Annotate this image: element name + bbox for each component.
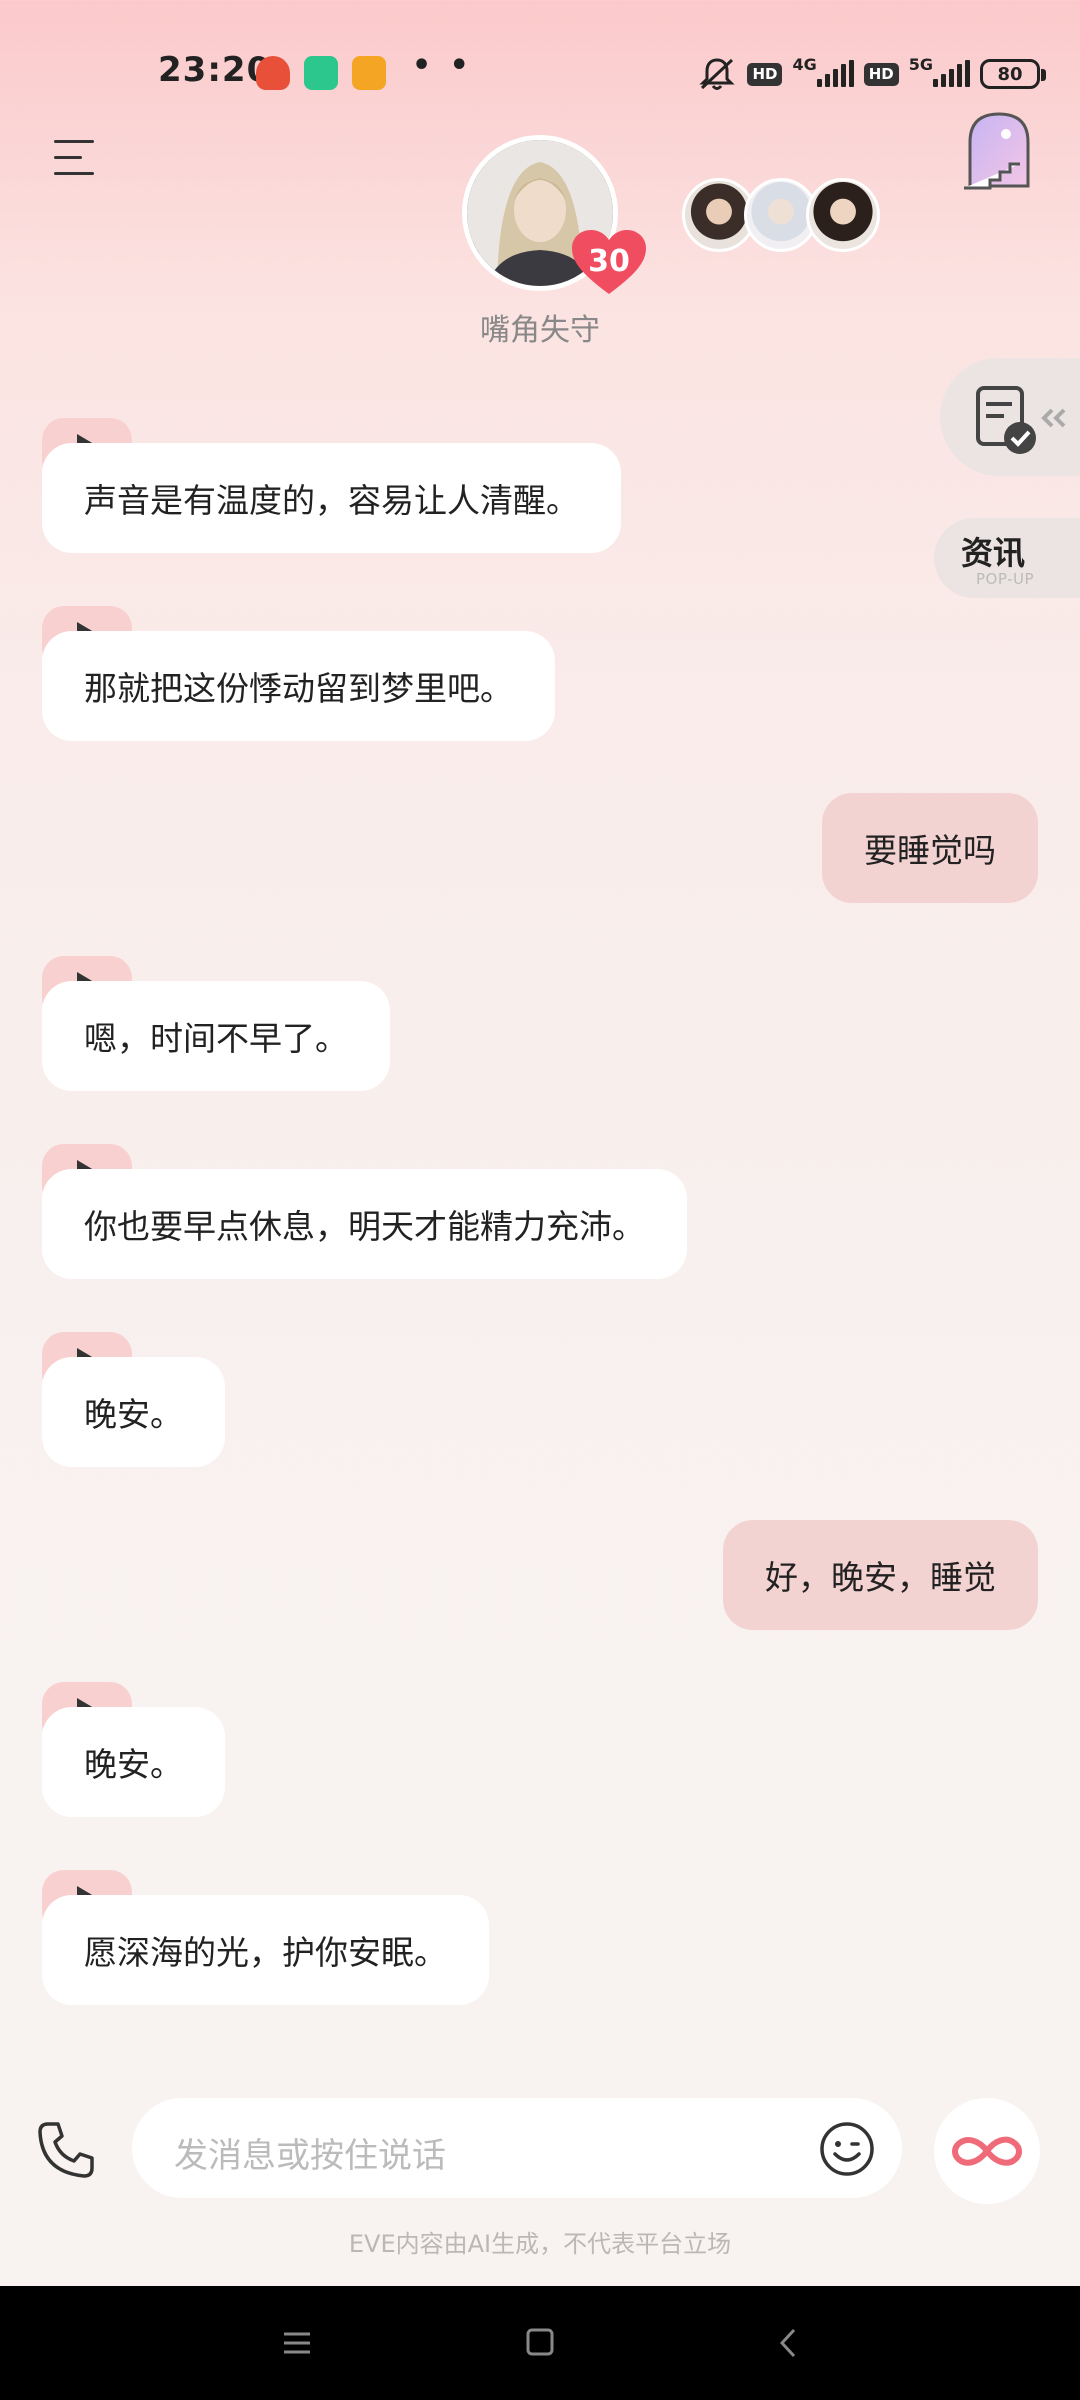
character-name[interactable]: 嘴角失守 [0, 305, 1080, 349]
status-bar: 23:20 • • HD 4G HD 5G 80 [0, 0, 1080, 140]
ai-message-bubble[interactable]: 愿深海的光，护你安眠。 [42, 1895, 489, 2005]
ai-message-bubble[interactable]: 你也要早点休息，明天才能精力充沛。 [42, 1169, 687, 1279]
phone-icon [38, 2122, 94, 2178]
nav-menu-icon[interactable] [282, 2320, 312, 2366]
status-indicators: HD 4G HD 5G 80 [697, 54, 1046, 94]
menu-icon[interactable] [54, 138, 102, 178]
task-icon [976, 386, 1066, 454]
signal-bars-icon-2 [933, 60, 970, 87]
network-type-2: 5G [908, 54, 933, 74]
shield-notification-icon [304, 56, 338, 90]
news-popup-button[interactable]: 资讯 POP-UP [934, 518, 1080, 598]
message-input[interactable]: 发消息或按住说话 [132, 2098, 902, 2198]
message-input-placeholder: 发消息或按住说话 [174, 2136, 446, 2176]
infinity-icon [952, 2136, 1022, 2166]
ai-message-bubble[interactable]: 那就把这份悸动留到梦里吧。 [42, 631, 555, 741]
emoji-button[interactable] [818, 2120, 876, 2178]
emoji-icon [820, 2122, 874, 2176]
character-avatar-4[interactable] [806, 178, 880, 252]
signal-bars-icon [816, 60, 854, 87]
ai-message-bubble[interactable]: 晚安。 [42, 1357, 225, 1467]
news-title: 资讯 [961, 534, 1026, 572]
more-notifications-icon: • • [412, 48, 473, 83]
ai-message-bubble[interactable]: 晚安。 [42, 1707, 225, 1817]
nav-back-icon[interactable] [776, 2320, 802, 2366]
hd-badge: HD [747, 62, 783, 86]
intimacy-level: 30 [588, 244, 630, 279]
infinity-button[interactable] [934, 2098, 1040, 2204]
news-subtitle: POP-UP [976, 570, 1035, 588]
battery-level: 80 [997, 63, 1023, 85]
app-notification-icon [256, 56, 290, 90]
system-nav-bar [0, 2286, 1080, 2400]
ai-disclaimer: EVE内容由AI生成，不代表平台立场 [348, 2230, 732, 2258]
phone-call-button[interactable] [34, 2118, 98, 2182]
status-time: 23:20 [158, 50, 272, 90]
nav-home-icon[interactable] [524, 2320, 556, 2366]
folder-notification-icon [352, 56, 386, 90]
user-message-bubble[interactable]: 好，晚安，睡觉 [723, 1520, 1038, 1630]
scene-window-icon[interactable] [962, 108, 1036, 192]
user-message-bubble[interactable]: 要睡觉吗 [822, 793, 1038, 903]
window-stairs-icon [964, 112, 1030, 190]
ai-message-bubble[interactable]: 嗯，时间不早了。 [42, 981, 390, 1091]
task-panel-button[interactable] [940, 358, 1080, 476]
mute-bell-icon [699, 58, 736, 90]
intimacy-heart-badge[interactable]: 30 [572, 230, 646, 296]
network-type: 4G [792, 54, 817, 74]
hd-badge-2: HD [863, 62, 899, 86]
ai-message-bubble[interactable]: 声音是有温度的，容易让人清醒。 [42, 443, 621, 553]
battery-icon: 80 [980, 59, 1046, 89]
other-characters[interactable] [682, 178, 882, 254]
